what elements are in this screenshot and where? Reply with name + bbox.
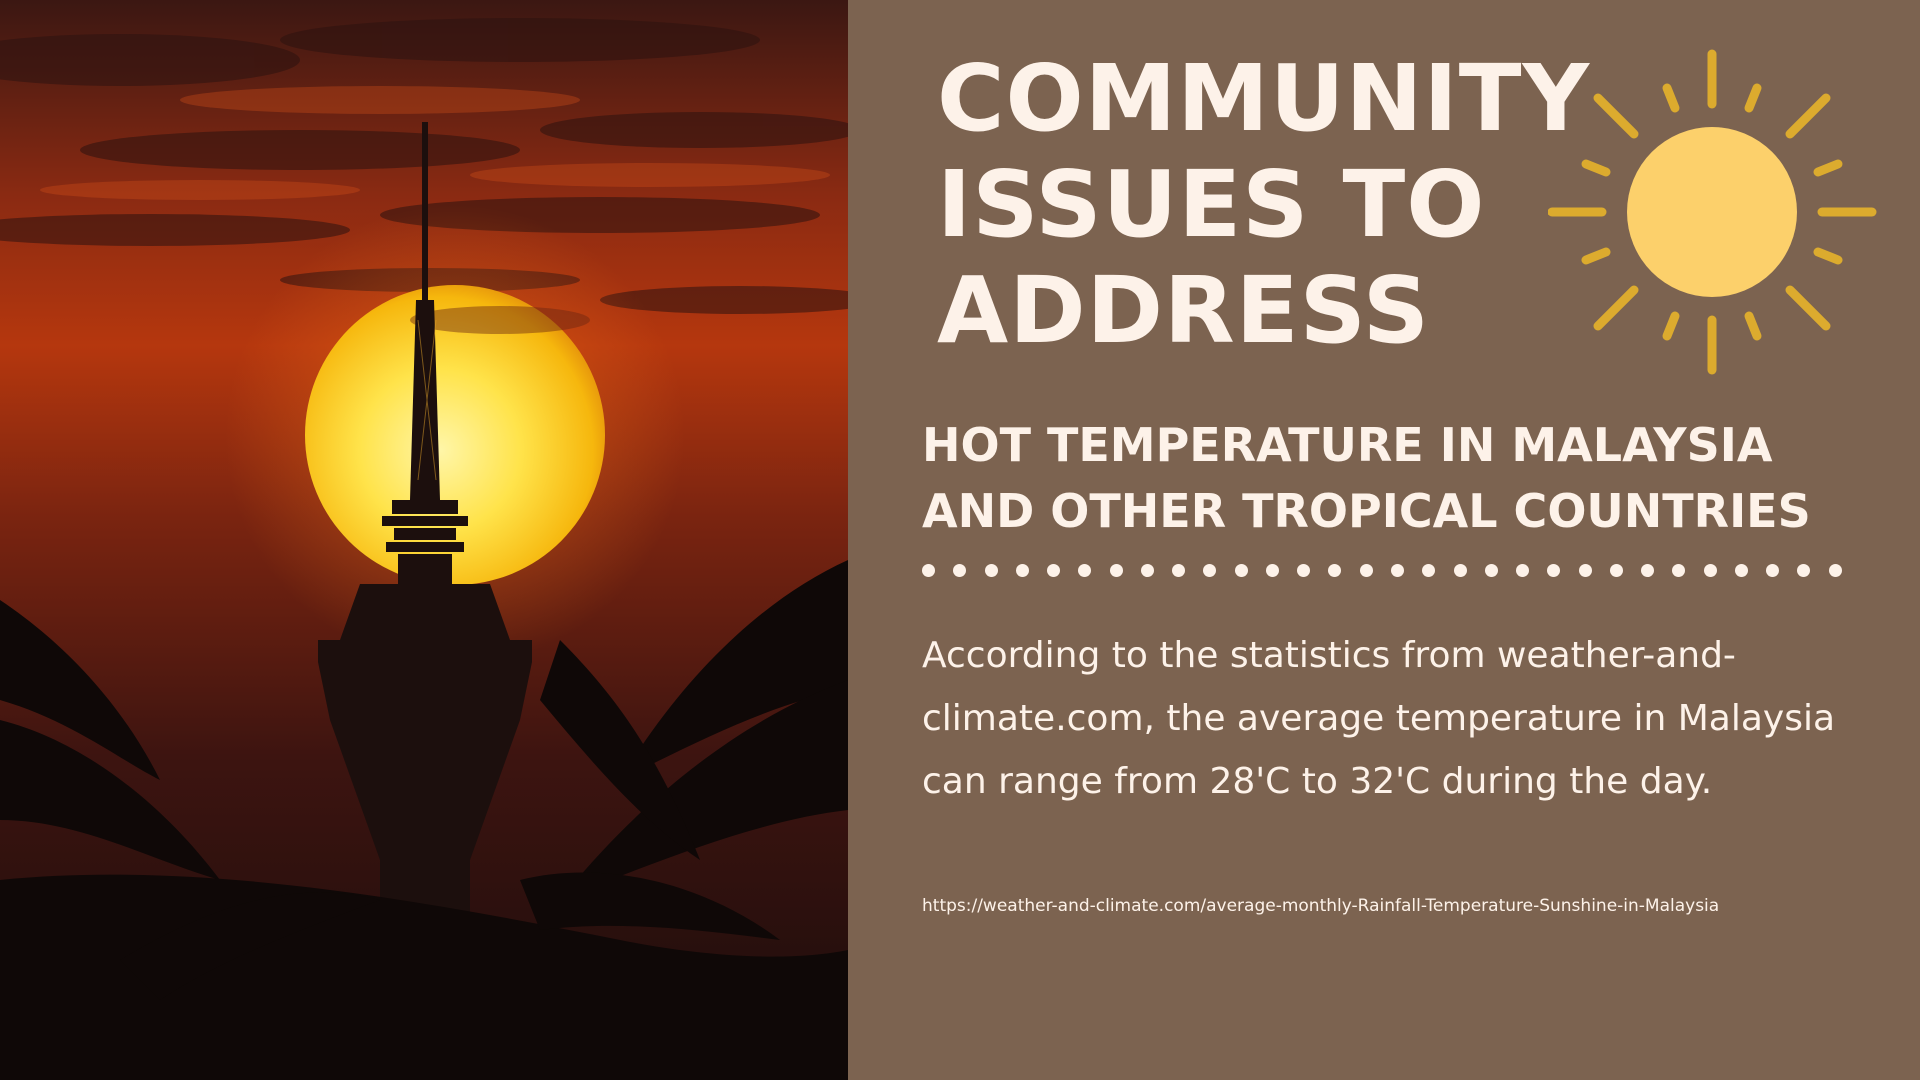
divider-dot — [1328, 563, 1342, 577]
divider-dot — [1766, 563, 1780, 577]
info-panel: COMMUNITY ISSUES TO ADDRESS HOT TEMPERAT… — [848, 0, 1920, 1080]
divider-dot — [1547, 563, 1561, 577]
divider-dot — [1828, 563, 1842, 577]
divider-dot — [1047, 563, 1061, 577]
divider-dot — [1078, 563, 1092, 577]
divider-dot — [1734, 563, 1748, 577]
divider-dot — [1672, 563, 1686, 577]
divider-dot — [1578, 563, 1592, 577]
sunset-tower-photo — [0, 0, 848, 1080]
source-link[interactable]: https://weather-and-climate.com/average-… — [922, 894, 1882, 918]
divider-dot — [1015, 563, 1029, 577]
divider-dot — [1797, 563, 1811, 577]
divider-dot — [1172, 563, 1186, 577]
body-paragraph: According to the statistics from weather… — [922, 635, 1836, 802]
divider-dot — [1703, 563, 1717, 577]
subtitle: HOT TEMPERATURE IN MALAYSIA AND OTHER TR… — [922, 418, 1811, 538]
divider-dot — [1609, 563, 1623, 577]
divider-dot — [1265, 563, 1279, 577]
divider-dot — [1234, 563, 1248, 577]
divider-dot — [1516, 563, 1530, 577]
sun-icon — [1547, 46, 1880, 378]
divider-dot — [953, 563, 967, 577]
divider-dot — [1140, 563, 1154, 577]
divider-dot — [1109, 563, 1123, 577]
page-title: COMMUNITY ISSUES TO ADDRESS — [937, 45, 1591, 364]
divider-dot — [984, 563, 998, 577]
divider-dot — [1297, 563, 1311, 577]
divider-dot — [1390, 563, 1404, 577]
divider-dot — [1453, 563, 1467, 577]
divider-dot — [1203, 563, 1217, 577]
divider-dot — [1359, 563, 1373, 577]
dotted-divider — [922, 562, 1842, 578]
divider-dot — [922, 563, 935, 577]
divider-dot — [1484, 563, 1498, 577]
divider-dot — [1641, 563, 1655, 577]
divider-dot — [1422, 563, 1436, 577]
